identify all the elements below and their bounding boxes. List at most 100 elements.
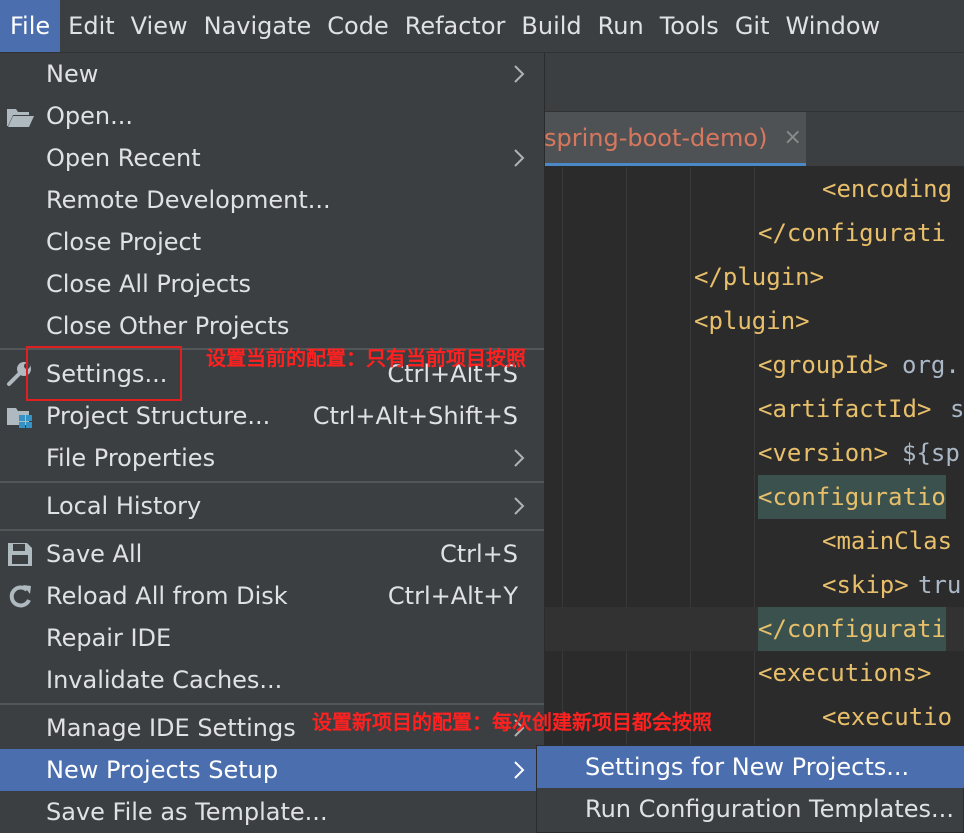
menu-separator xyxy=(0,481,544,483)
menu-item-project-structure[interactable]: Project Structure... Ctrl+Alt+Shift+S xyxy=(0,395,544,437)
menu-item-shortcut: Ctrl+Alt+Shift+S xyxy=(312,402,518,430)
menu-navigate[interactable]: Navigate xyxy=(196,0,320,52)
new-projects-annotation: 设置新项目的配置：每次创建新项目都会按照 xyxy=(312,710,712,734)
menu-git[interactable]: Git xyxy=(727,0,778,52)
menu-item-open[interactable]: Open... xyxy=(0,95,544,137)
reload-icon xyxy=(9,585,31,608)
editor-tab-bar: spring-boot-demo) × xyxy=(544,112,964,167)
menu-tools[interactable]: Tools xyxy=(652,0,727,52)
chevron-right-icon xyxy=(514,497,525,515)
menu-item-label: Manage IDE Settings xyxy=(46,714,296,742)
submenu-item-label: Settings for New Projects... xyxy=(585,753,910,781)
menu-item-label: Reload All from Disk xyxy=(46,582,288,610)
main-menu-bar: File Edit View Navigate Code Refactor Bu… xyxy=(0,0,964,53)
menu-item-close-all-projects[interactable]: Close All Projects xyxy=(0,263,544,305)
code-line: <artifactId> xyxy=(758,395,932,423)
save-icon xyxy=(8,543,32,566)
menu-item-label: Open... xyxy=(46,102,133,130)
menu-separator xyxy=(0,703,544,705)
code-line-matched-tag: <configuratio xyxy=(758,475,946,519)
code-line: <executions> xyxy=(758,659,932,687)
menu-view-label: View xyxy=(130,12,188,40)
code-line-text: tru xyxy=(918,571,962,599)
menu-item-new-projects-setup[interactable]: New Projects Setup xyxy=(0,749,544,791)
menu-build-label: Build xyxy=(521,12,582,40)
chevron-right-icon xyxy=(514,449,525,467)
menu-navigate-label: Navigate xyxy=(203,12,312,40)
menu-item-local-history[interactable]: Local History xyxy=(0,485,544,527)
main-toolbar xyxy=(544,53,964,112)
menu-item-reload-all-from-disk[interactable]: Reload All from Disk Ctrl+Alt+Y xyxy=(0,575,544,617)
submenu-item-run-configuration-templates[interactable]: Run Configuration Templates... xyxy=(537,788,964,830)
menu-window[interactable]: Window xyxy=(778,0,889,52)
menu-item-label: New xyxy=(46,60,99,88)
code-line: <encoding xyxy=(822,175,953,203)
menu-item-open-recent[interactable]: Open Recent xyxy=(0,137,544,179)
menu-item-shortcut: Ctrl+S xyxy=(439,540,518,568)
menu-item-new[interactable]: New xyxy=(0,53,544,95)
settings-highlight-box xyxy=(26,346,182,401)
menu-item-invalidate-caches[interactable]: Invalidate Caches... xyxy=(0,659,544,701)
editor-tab-label: spring-boot-demo) xyxy=(544,123,768,152)
menu-run-label: Run xyxy=(597,12,644,40)
menu-code[interactable]: Code xyxy=(319,0,396,52)
code-line: <version> xyxy=(758,439,889,467)
menu-item-label: Close Other Projects xyxy=(46,312,290,340)
code-line-text: ${sp xyxy=(902,439,960,467)
code-line: <plugin> xyxy=(694,307,810,335)
menu-separator xyxy=(0,529,544,531)
menu-edit[interactable]: Edit xyxy=(60,0,122,52)
chevron-right-icon xyxy=(514,149,525,167)
menu-edit-label: Edit xyxy=(68,12,115,40)
menu-tools-label: Tools xyxy=(659,12,719,40)
menu-git-label: Git xyxy=(734,12,770,40)
chevron-right-icon xyxy=(514,65,525,83)
menu-build[interactable]: Build xyxy=(513,0,589,52)
code-line-text: org. xyxy=(902,351,960,379)
code-line: <skip> xyxy=(822,571,909,599)
menu-run[interactable]: Run xyxy=(590,0,652,52)
menu-item-label: Close Project xyxy=(46,228,202,256)
menu-item-label: Remote Development... xyxy=(46,186,331,214)
menu-file[interactable]: File xyxy=(0,0,61,52)
menu-item-repair-ide[interactable]: Repair IDE xyxy=(0,617,544,659)
menu-item-label: New Projects Setup xyxy=(46,756,279,784)
menu-refactor-label: Refactor xyxy=(404,12,506,40)
submenu-item-settings-for-new-projects[interactable]: Settings for New Projects... xyxy=(537,746,964,788)
menu-item-label: Open Recent xyxy=(46,144,201,172)
submenu-item-label: Run Configuration Templates... xyxy=(585,795,954,823)
new-projects-setup-submenu: Settings for New Projects... Run Configu… xyxy=(536,745,964,833)
folder-open-icon xyxy=(7,109,34,127)
chevron-right-icon xyxy=(514,761,525,779)
menu-item-file-properties[interactable]: File Properties xyxy=(0,437,544,479)
menu-item-label: Repair IDE xyxy=(46,624,172,652)
settings-annotation: 设置当前的配置：只有当前项目按照 xyxy=(206,346,526,370)
menu-view[interactable]: View xyxy=(123,0,196,52)
menu-item-label: Close All Projects xyxy=(46,270,252,298)
code-line: </plugin> xyxy=(694,263,825,291)
menu-item-label: Invalidate Caches... xyxy=(46,666,283,694)
code-line-matched-tag: </configurati xyxy=(758,607,946,651)
menu-item-close-other-projects[interactable]: Close Other Projects xyxy=(0,305,544,347)
code-line: <executio xyxy=(822,703,953,731)
menu-item-shortcut: Ctrl+Alt+Y xyxy=(387,582,518,610)
code-line: <mainClas xyxy=(822,527,953,555)
menu-item-label: Save All xyxy=(46,540,143,568)
menu-item-label: Local History xyxy=(46,492,202,520)
menu-file-label: File xyxy=(10,12,51,40)
editor-tab[interactable]: spring-boot-demo) × xyxy=(544,112,806,166)
menu-refactor[interactable]: Refactor xyxy=(397,0,514,52)
code-line: <groupId> xyxy=(758,351,889,379)
menu-item-save-file-as-template[interactable]: Save File as Template... xyxy=(0,791,544,833)
tab-close-icon[interactable]: × xyxy=(783,125,801,150)
menu-item-close-project[interactable]: Close Project xyxy=(0,221,544,263)
menu-item-save-all[interactable]: Save All Ctrl+S xyxy=(0,533,544,575)
menu-item-label: File Properties xyxy=(46,444,216,472)
menu-item-label: Project Structure... xyxy=(46,402,271,430)
menu-code-label: Code xyxy=(327,12,389,40)
menu-item-remote-development[interactable]: Remote Development... xyxy=(0,179,544,221)
code-line-text: s xyxy=(950,395,964,423)
menu-item-label: Save File as Template... xyxy=(46,798,328,826)
project-structure-icon xyxy=(7,408,32,428)
code-line: </configurati xyxy=(758,219,946,247)
